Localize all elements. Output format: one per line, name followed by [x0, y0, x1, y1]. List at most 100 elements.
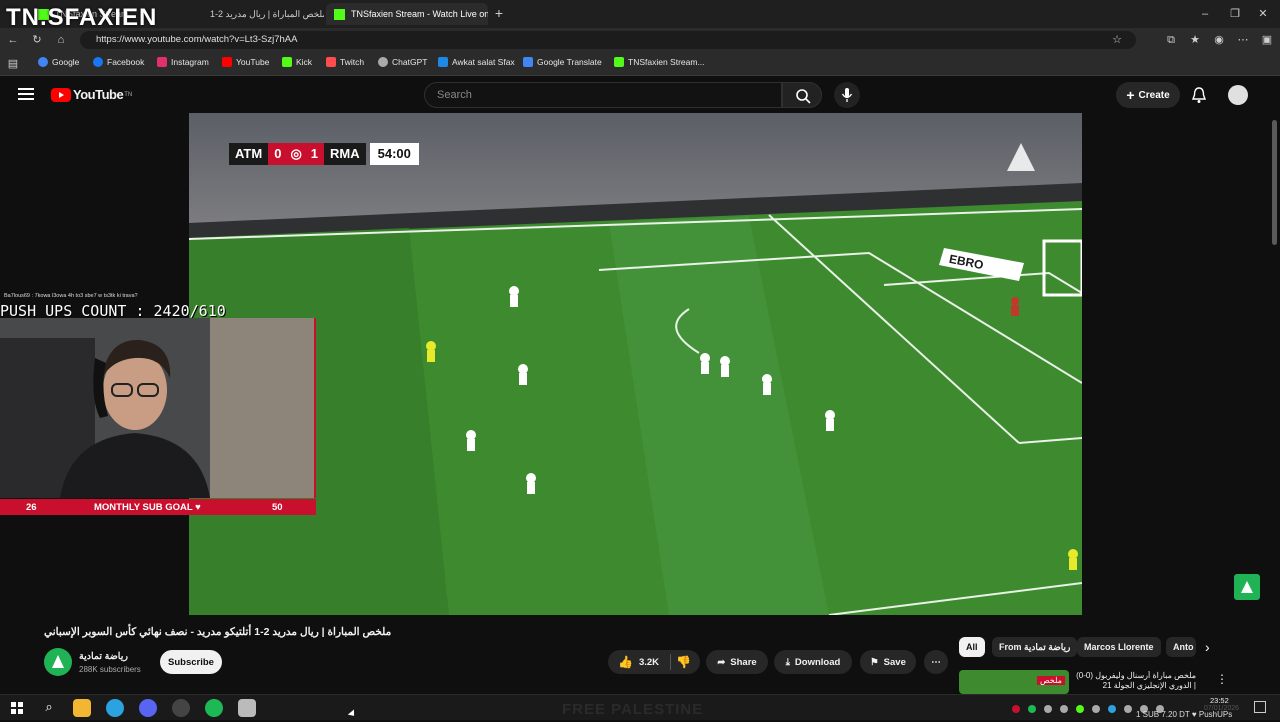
windows-taskbar: ⌕ FREE PALESTINE 1 SUB 7.20 DT ♥ PushUPs…	[0, 694, 1280, 720]
clock-time[interactable]: 23:52	[1210, 696, 1229, 705]
more-actions-button[interactable]: ⋯	[924, 650, 948, 674]
chatgpt-icon	[378, 57, 388, 67]
notifications-icon[interactable]	[1191, 86, 1207, 104]
bookmark-awkat-salat[interactable]: Awkat salat Sfax	[438, 57, 515, 67]
back-icon[interactable]: ←	[6, 34, 20, 46]
edge-icon[interactable]	[106, 699, 124, 717]
url-field[interactable]: https://www.youtube.com/watch?v=Lt3-Szj7…	[80, 31, 1136, 49]
share-button[interactable]: ➦ Share	[706, 650, 768, 674]
chip-from-channel[interactable]: From رياضة تمادية	[992, 637, 1078, 657]
home-icon[interactable]: ⌂	[54, 34, 68, 46]
more-horizontal-icon: ⋯	[931, 656, 941, 668]
bookmark-google[interactable]: Google	[38, 57, 79, 67]
reload-icon[interactable]: ↻	[30, 34, 44, 46]
youtube-logo[interactable]: YouTube TN	[51, 87, 132, 102]
bookmark-chatgpt[interactable]: ChatGPT	[378, 57, 427, 67]
bookmark-facebook[interactable]: Facebook	[93, 57, 144, 67]
create-label: Create	[1138, 89, 1170, 101]
bookmark-label: Google	[52, 57, 80, 67]
chip-anto[interactable]: Anto	[1166, 637, 1196, 657]
voice-search-button[interactable]	[834, 82, 860, 108]
search-icon	[796, 89, 811, 104]
like-dislike-group: 👍 3.2K 👎	[608, 650, 700, 674]
file-explorer-icon[interactable]	[73, 699, 91, 717]
sub-goal-current: 26	[26, 502, 37, 513]
search-icon[interactable]: ⌕	[40, 699, 58, 717]
tab-youtube-video[interactable]: ملخص المباراة | ريال مدريد 2-1 ✕	[202, 3, 324, 25]
tab-tnsfaxien-watch[interactable]: TNSfaxien Stream - Watch Live on ✕	[326, 3, 488, 25]
google-icon	[38, 57, 48, 67]
bookmarks-bar: ▤ Google Facebook Instagram YouTube Kick…	[0, 52, 1280, 76]
clock-date[interactable]: 07/01/2026	[1204, 705, 1239, 712]
like-count[interactable]: 3.2K	[639, 657, 659, 668]
download-button[interactable]: ⤓ Download	[774, 650, 852, 674]
page-scrollbar[interactable]	[1272, 120, 1277, 245]
bookmark-tnsfaxien[interactable]: TNSfaxien Stream...	[614, 57, 705, 67]
spotify-icon[interactable]	[205, 699, 223, 717]
minimize-icon[interactable]: –	[1198, 8, 1212, 20]
bookmark-kick[interactable]: Kick	[282, 57, 312, 67]
microphone-icon	[841, 88, 853, 102]
related-more-icon[interactable]: ⋮	[1216, 672, 1228, 686]
country-code: TN	[124, 91, 133, 98]
thumbnail-badge: ملخص	[1037, 676, 1065, 685]
bookmark-icon: ⚑	[870, 656, 879, 668]
maximize-icon[interactable]: ❐	[1228, 8, 1242, 20]
channel-name[interactable]: رياضة تمادية	[79, 651, 128, 662]
create-button[interactable]: + Create	[1116, 82, 1180, 108]
subscribe-button[interactable]: Subscribe	[160, 650, 222, 674]
related-video-title[interactable]: ملخص مباراة أرسنال وليفربول (0-0) | الدو…	[1074, 671, 1196, 693]
bookmark-label: TNSfaxien Stream...	[628, 57, 705, 67]
search-button[interactable]	[782, 82, 822, 108]
obs-icon[interactable]	[172, 699, 190, 717]
more-menu-icon[interactable]: ⋯	[1236, 34, 1250, 46]
thumbs-down-icon[interactable]: 👎	[676, 655, 691, 669]
search-input[interactable]: Search	[424, 82, 782, 108]
hamburger-menu-icon[interactable]	[18, 87, 34, 101]
video-player[interactable]: EBRO ATM 0 ◎ 1 RMA 54:00	[189, 113, 1082, 615]
share-icon: ➦	[717, 656, 726, 668]
youtube-icon	[222, 57, 232, 67]
profile-icon[interactable]: ◉	[1212, 34, 1226, 46]
chevron-right-icon[interactable]: ›	[1205, 639, 1210, 655]
sidebar-icon[interactable]: ▣	[1260, 34, 1274, 46]
share-label: Share	[730, 656, 757, 668]
extensions-icon[interactable]: ⧉	[1164, 34, 1178, 46]
bookmark-twitch[interactable]: Twitch	[326, 57, 364, 67]
channel-watermark-button[interactable]	[1234, 574, 1260, 600]
match-clock: 54:00	[369, 143, 419, 165]
favorites-icon[interactable]: ★	[1188, 34, 1202, 46]
bookmark-label: Twitch	[340, 57, 365, 67]
sub-goal-label: MONTHLY SUB GOAL ♥	[94, 502, 201, 513]
channel-avatar[interactable]	[44, 648, 72, 676]
notification-center-icon[interactable]	[1254, 701, 1266, 713]
twitch-icon	[326, 57, 336, 67]
bookmark-label: Google Translate	[537, 57, 602, 67]
new-tab-button[interactable]: +	[492, 6, 506, 20]
thumbs-up-icon[interactable]: 👍	[618, 655, 633, 669]
bookmark-label: Awkat salat Sfax	[452, 57, 515, 67]
favorite-star-icon[interactable]: ☆	[1110, 34, 1124, 46]
prayer-times-icon	[438, 57, 448, 67]
bookmark-instagram[interactable]: Instagram	[157, 57, 209, 67]
translate-icon	[523, 57, 533, 67]
bookmark-label: ChatGPT	[392, 57, 428, 67]
bookmarks-menu-icon[interactable]: ▤	[6, 58, 20, 70]
related-video-thumbnail[interactable]: ملخص	[959, 670, 1069, 694]
chip-all[interactable]: All	[959, 637, 985, 657]
bookmark-google-translate[interactable]: Google Translate	[523, 57, 602, 67]
kick-icon	[334, 8, 345, 20]
sub-goal-bar: 26 MONTHLY SUB GOAL ♥ 50	[0, 499, 316, 515]
home-team: ATM	[229, 143, 269, 165]
bookmark-youtube[interactable]: YouTube	[222, 57, 269, 67]
account-avatar[interactable]	[1228, 85, 1248, 105]
chip-marcos-llorente[interactable]: Marcos Llorente	[1077, 637, 1161, 657]
scoreboard: ATM 0 ◎ 1 RMA 54:00	[229, 143, 419, 165]
close-window-icon[interactable]: ✕	[1256, 8, 1270, 20]
save-button[interactable]: ⚑ Save	[860, 650, 916, 674]
sub-goal-target: 50	[272, 502, 283, 513]
discord-icon[interactable]	[139, 699, 157, 717]
cup-icon: ◎	[287, 143, 305, 165]
app-shield-icon[interactable]	[238, 699, 256, 717]
windows-start-icon[interactable]	[8, 699, 26, 717]
